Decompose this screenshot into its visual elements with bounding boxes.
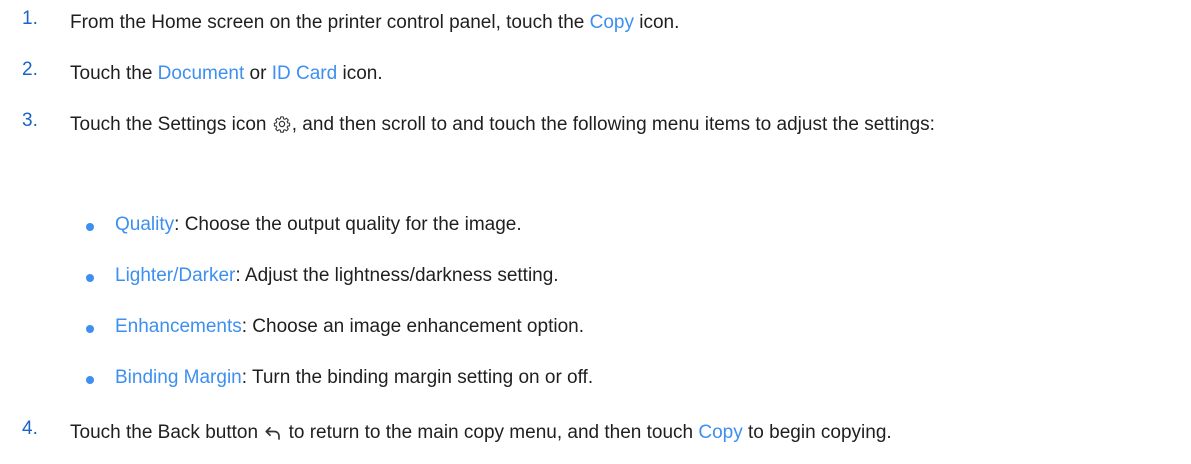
list-item-text: Binding Margin: Turn the binding margin …: [115, 367, 593, 389]
bullet-dot: [86, 325, 94, 333]
step-text-part: From the Home screen on the printer cont…: [70, 12, 590, 33]
bullet-dot: [86, 223, 94, 231]
step-number: 2.: [22, 59, 38, 80]
id-card-link[interactable]: ID Card: [272, 63, 337, 84]
gear-icon: [273, 113, 291, 143]
list-item-text: Quality: Choose the output quality for t…: [115, 214, 522, 236]
back-arrow-icon: [264, 421, 282, 451]
step-text: Touch the Back button to return to the m…: [70, 418, 1180, 451]
list-item-text: Enhancements: Choose an image enhancemen…: [115, 316, 584, 338]
list-item-desc: : Choose the output quality for the imag…: [174, 214, 522, 235]
binding-margin-link[interactable]: Binding Margin: [115, 367, 242, 388]
list-item-desc: : Adjust the lightness/darkness setting.: [235, 265, 559, 286]
step-text-part: , and then scroll to and touch the follo…: [291, 114, 935, 135]
step-text: Touch the Settings icon , and then scrol…: [70, 110, 1180, 143]
step-text-part: Touch the Back button: [70, 422, 264, 443]
bullet-dot: [86, 274, 94, 282]
step-text-part: icon.: [633, 12, 680, 33]
list-item-desc: : Choose an image enhancement option.: [241, 316, 584, 337]
lighter-darker-link[interactable]: Lighter/Darker: [115, 265, 235, 286]
document-link[interactable]: Document: [158, 63, 245, 84]
step-text-part: icon.: [337, 63, 383, 84]
step-text-part: or: [244, 63, 272, 84]
copy-link[interactable]: Copy: [698, 422, 742, 443]
step-text: Touch the Document or ID Card icon.: [70, 59, 1180, 89]
enhancements-link[interactable]: Enhancements: [115, 316, 242, 337]
step-number: 4.: [22, 418, 38, 439]
step-number: 1.: [22, 8, 38, 29]
quality-link[interactable]: Quality: [115, 214, 174, 235]
step-text-part: Touch the Settings icon: [70, 114, 272, 135]
step-text: From the Home screen on the printer cont…: [70, 8, 1180, 38]
step-number: 3.: [22, 110, 38, 131]
step-text-part: Touch the: [70, 63, 158, 84]
bullet-dot: [86, 376, 94, 384]
list-item-desc: : Turn the binding margin setting on or …: [241, 367, 594, 388]
step-text-part: to begin copying.: [742, 422, 892, 443]
step-text-part: to return to the main copy menu, and the…: [283, 422, 699, 443]
list-item-text: Lighter/Darker: Adjust the lightness/dar…: [115, 265, 559, 287]
copy-link[interactable]: Copy: [590, 12, 634, 33]
